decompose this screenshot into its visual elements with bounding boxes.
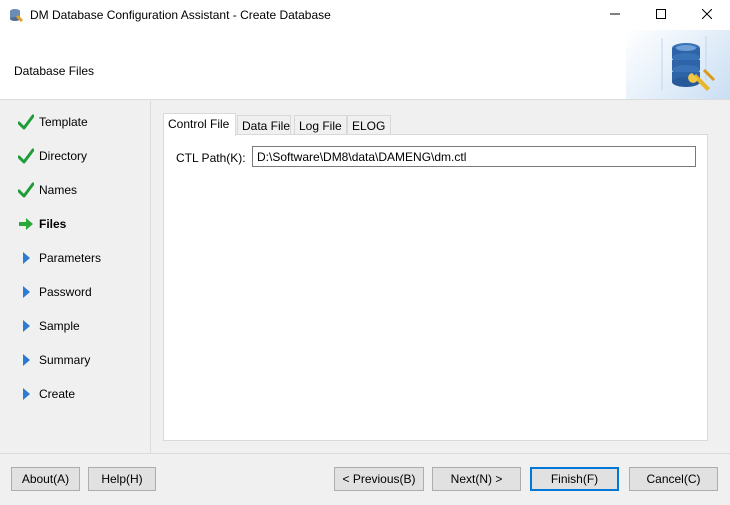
nav-divider — [150, 101, 151, 453]
check-icon — [17, 182, 35, 198]
control-file-panel — [163, 134, 708, 441]
cancel-button[interactable]: Cancel(C) — [629, 467, 718, 491]
window-title: DM Database Configuration Assistant - Cr… — [30, 8, 331, 22]
maximize-icon — [656, 8, 666, 22]
nav-item-directory[interactable]: Directory — [0, 144, 150, 168]
check-icon — [17, 114, 35, 130]
ctl-path-label: CTL Path(K): — [176, 151, 246, 165]
nav-item-label: Sample — [39, 319, 80, 333]
nav-item-label: Files — [39, 217, 67, 231]
maximize-button[interactable] — [638, 0, 684, 30]
triangle-right-icon — [18, 284, 34, 300]
app-icon — [8, 7, 24, 23]
nav-item-template[interactable]: Template — [0, 110, 150, 134]
nav-item-password[interactable]: Password — [0, 280, 150, 304]
title-bar: DM Database Configuration Assistant - Cr… — [0, 0, 730, 30]
nav-item-create[interactable]: Create — [0, 382, 150, 406]
page-header: Database Files — [0, 30, 730, 100]
triangle-right-icon — [18, 318, 34, 334]
close-icon — [701, 8, 713, 22]
nav-item-parameters[interactable]: Parameters — [0, 246, 150, 270]
triangle-right-icon — [18, 386, 34, 402]
help-button[interactable]: Help(H) — [88, 467, 156, 491]
nav-item-label: Template — [39, 115, 88, 129]
nav-item-files[interactable]: Files — [0, 212, 150, 236]
tab-data-file[interactable]: Data File — [237, 115, 291, 135]
page-title: Database Files — [14, 64, 95, 78]
next-button[interactable]: Next(N) > — [432, 467, 521, 491]
footer-divider — [0, 453, 730, 454]
nav-item-sample[interactable]: Sample — [0, 314, 150, 338]
arrow-right-icon — [18, 216, 34, 232]
nav-item-names[interactable]: Names — [0, 178, 150, 202]
tab-elog[interactable]: ELOG — [347, 115, 391, 135]
close-button[interactable] — [684, 0, 730, 30]
triangle-right-icon — [18, 250, 34, 266]
about-button[interactable]: About(A) — [11, 467, 80, 491]
tab-control-file[interactable]: Control File — [163, 113, 236, 136]
previous-button[interactable]: < Previous(B) — [334, 467, 424, 491]
wizard-steps-nav: Template Directory Names Files Parameter… — [0, 101, 150, 453]
finish-button[interactable]: Finish(F) — [530, 467, 619, 491]
triangle-right-icon — [18, 352, 34, 368]
nav-item-label: Password — [39, 285, 92, 299]
nav-item-summary[interactable]: Summary — [0, 348, 150, 372]
nav-item-label: Parameters — [39, 251, 102, 265]
nav-item-label: Directory — [39, 149, 88, 163]
ctl-path-input[interactable] — [252, 146, 696, 167]
check-icon — [17, 148, 35, 164]
nav-item-label: Names — [39, 183, 78, 197]
minimize-button[interactable] — [592, 0, 638, 30]
database-config-icon — [626, 30, 730, 99]
nav-item-label: Summary — [39, 353, 91, 367]
minimize-icon — [610, 8, 620, 22]
tab-log-file[interactable]: Log File — [294, 115, 347, 135]
nav-item-label: Create — [39, 387, 76, 401]
